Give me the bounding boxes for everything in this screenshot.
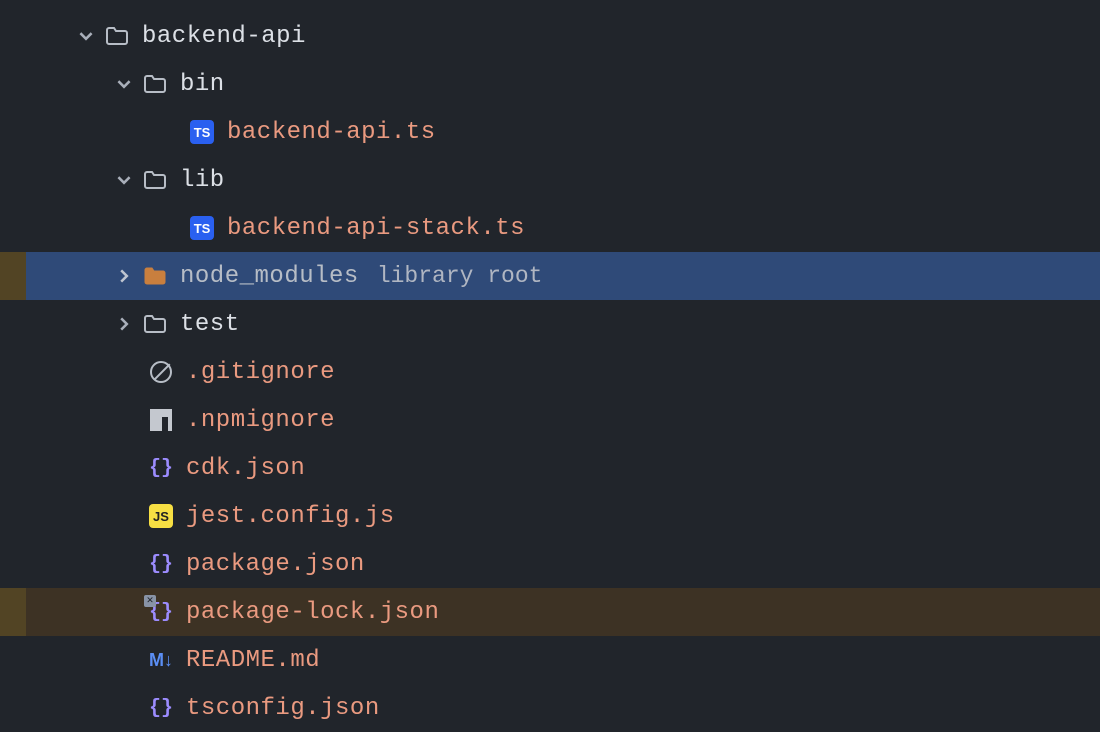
folder-label: backend-api [142, 23, 306, 50]
json-icon: {} ✕ [148, 599, 174, 625]
javascript-icon: JS [148, 503, 174, 529]
gutter-modified-mark [0, 588, 26, 636]
tree-folder-backend-api[interactable]: backend-api [0, 12, 1100, 60]
gutter-modified-mark [0, 252, 26, 300]
file-label: package-lock.json [186, 599, 439, 626]
tree-file-package-lock-json[interactable]: {} ✕ package-lock.json [0, 588, 1100, 636]
typescript-icon: TS [189, 119, 215, 145]
file-label: .gitignore [186, 359, 335, 386]
tree-folder-test[interactable]: test [0, 300, 1100, 348]
file-label: backend-api-stack.ts [227, 215, 525, 242]
chevron-right-icon[interactable] [112, 317, 136, 331]
tree-file-gitignore[interactable]: .gitignore [0, 348, 1100, 396]
folder-icon [142, 167, 168, 193]
tree-file-tsconfig[interactable]: {} tsconfig.json [0, 684, 1100, 732]
folder-label: bin [180, 71, 225, 98]
tree-file-jest-config[interactable]: JS jest.config.js [0, 492, 1100, 540]
tree-file-backend-api-ts[interactable]: TS backend-api.ts [0, 108, 1100, 156]
chevron-down-icon[interactable] [74, 29, 98, 43]
file-label: backend-api.ts [227, 119, 436, 146]
tree-file-npmignore[interactable]: .npmignore [0, 396, 1100, 444]
tree-file-readme[interactable]: M↓ README.md [0, 636, 1100, 684]
folder-icon [104, 23, 130, 49]
chevron-right-icon[interactable] [112, 269, 136, 283]
folder-icon [142, 311, 168, 337]
json-icon: {} [148, 695, 174, 721]
folder-label: lib [180, 167, 225, 194]
file-label: jest.config.js [186, 503, 395, 530]
library-root-badge: library root [377, 263, 543, 289]
folder-library-icon [142, 263, 168, 289]
file-label: tsconfig.json [186, 695, 380, 722]
json-icon: {} [148, 551, 174, 577]
typescript-icon: TS [189, 215, 215, 241]
tree-file-cdk-json[interactable]: {} cdk.json [0, 444, 1100, 492]
ignore-icon [148, 359, 174, 385]
file-label: .npmignore [186, 407, 335, 434]
tree-folder-bin[interactable]: bin [0, 60, 1100, 108]
tree-folder-lib[interactable]: lib [0, 156, 1100, 204]
tree-folder-node-modules[interactable]: node_modules library root [0, 252, 1100, 300]
file-label: cdk.json [186, 455, 305, 482]
markdown-icon: M↓ [148, 647, 174, 673]
tree-file-package-json[interactable]: {} package.json [0, 540, 1100, 588]
vcs-modified-overlay-icon: ✕ [144, 595, 156, 607]
chevron-down-icon[interactable] [112, 173, 136, 187]
file-tree: backend-api bin TS backend-api.ts lib TS… [0, 12, 1100, 732]
folder-label: node_modules [180, 263, 359, 290]
json-icon: {} [148, 455, 174, 481]
folder-icon [142, 71, 168, 97]
tree-file-backend-api-stack-ts[interactable]: TS backend-api-stack.ts [0, 204, 1100, 252]
file-label: README.md [186, 647, 320, 674]
file-label: package.json [186, 551, 365, 578]
npm-icon [148, 407, 174, 433]
chevron-down-icon[interactable] [112, 77, 136, 91]
folder-label: test [180, 311, 240, 338]
